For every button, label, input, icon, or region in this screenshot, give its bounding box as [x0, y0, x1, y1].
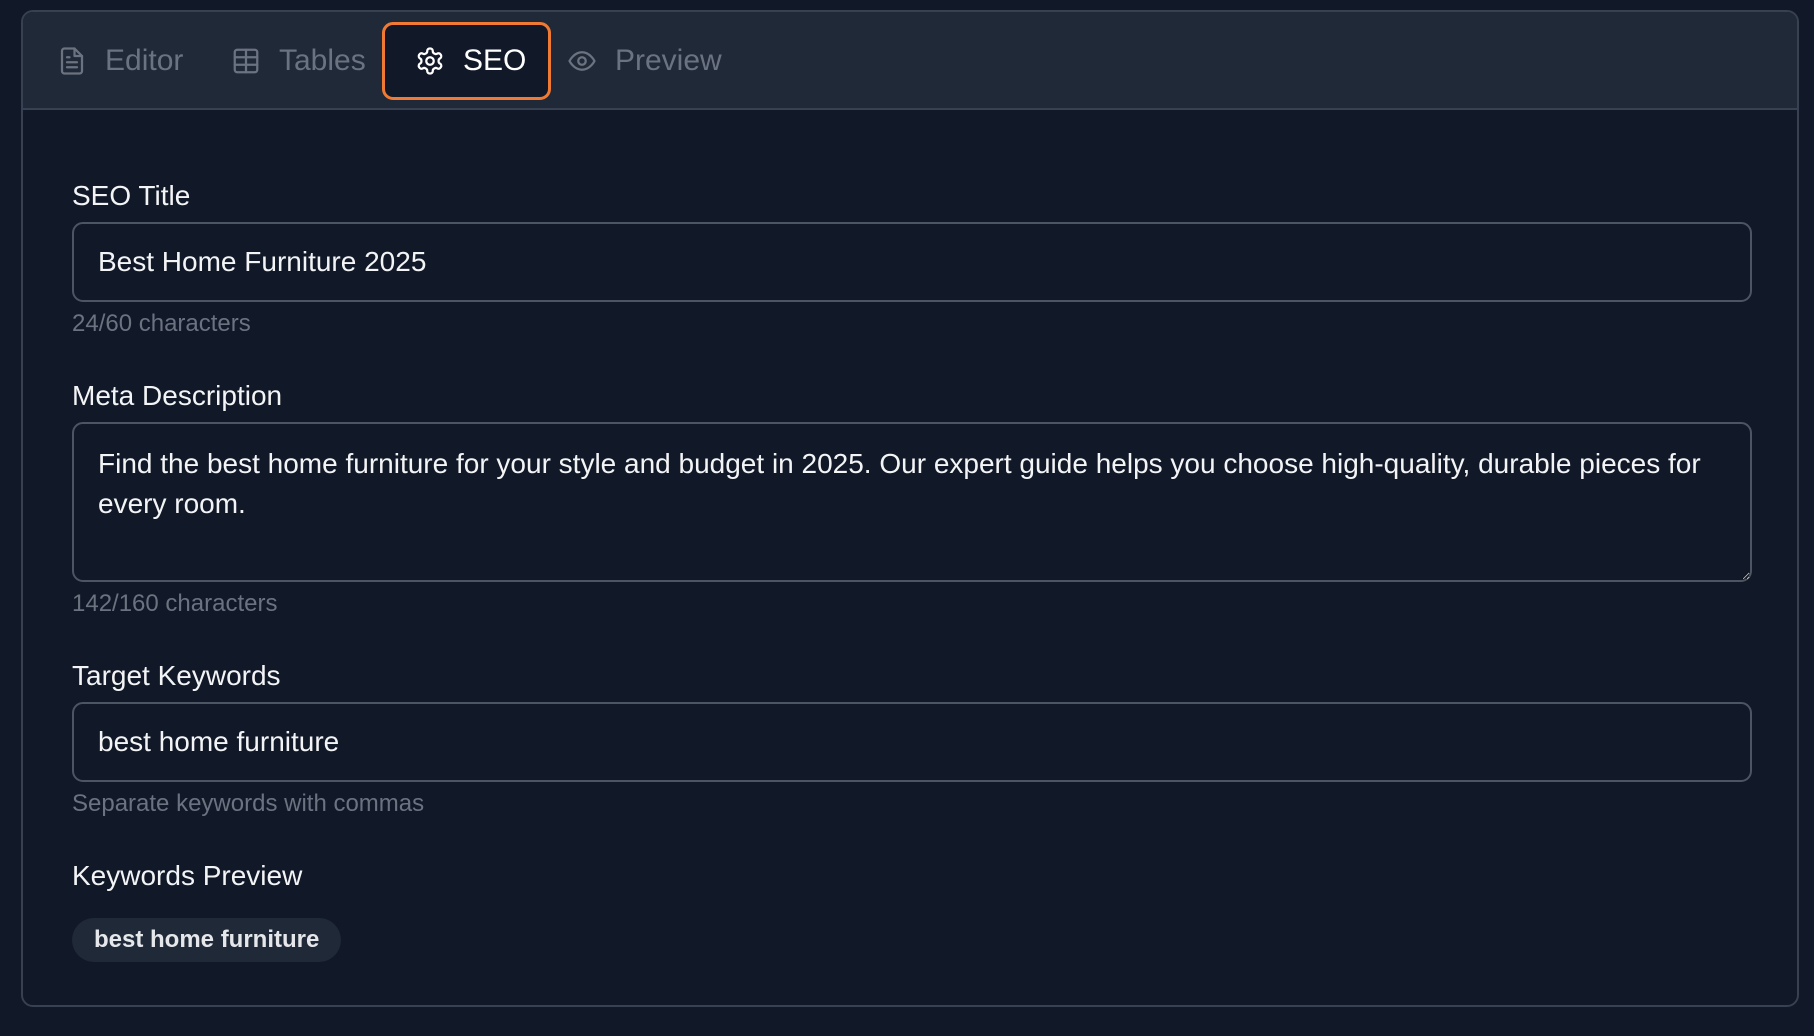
tab-tables-label: Tables: [279, 44, 366, 77]
tab-bar: Editor Tables SEO Preview: [23, 12, 1797, 110]
tab-seo[interactable]: SEO: [382, 22, 551, 100]
seo-title-input[interactable]: [72, 222, 1752, 302]
target-keywords-help: Separate keywords with commas: [72, 790, 425, 817]
eye-icon: [567, 46, 597, 76]
tab-preview[interactable]: Preview: [567, 22, 722, 100]
seo-title-label: SEO Title: [72, 180, 191, 211]
tab-tables[interactable]: Tables: [231, 22, 366, 100]
file-text-icon: [57, 46, 87, 76]
keyword-chip: best home furniture: [72, 918, 342, 962]
tab-preview-label: Preview: [615, 44, 722, 77]
keywords-preview-label: Keywords Preview: [72, 860, 303, 891]
seo-panel: Editor Tables SEO Preview SEO Title Best…: [21, 10, 1799, 1007]
meta-description-label: Meta Description: [72, 380, 283, 411]
target-keywords-label: Target Keywords: [72, 660, 281, 691]
seo-title-char-count: 24/60 characters: [72, 310, 251, 337]
meta-description-textarea[interactable]: Find the best home furniture for your st…: [72, 422, 1752, 582]
tab-editor-label: Editor: [105, 44, 184, 77]
table-icon: [231, 46, 261, 76]
tab-editor[interactable]: Editor: [57, 22, 183, 100]
meta-description-char-count: 142/160 characters: [72, 590, 278, 617]
tab-seo-label: SEO: [463, 44, 527, 77]
gear-icon: [415, 46, 445, 76]
target-keywords-input[interactable]: [72, 702, 1752, 782]
